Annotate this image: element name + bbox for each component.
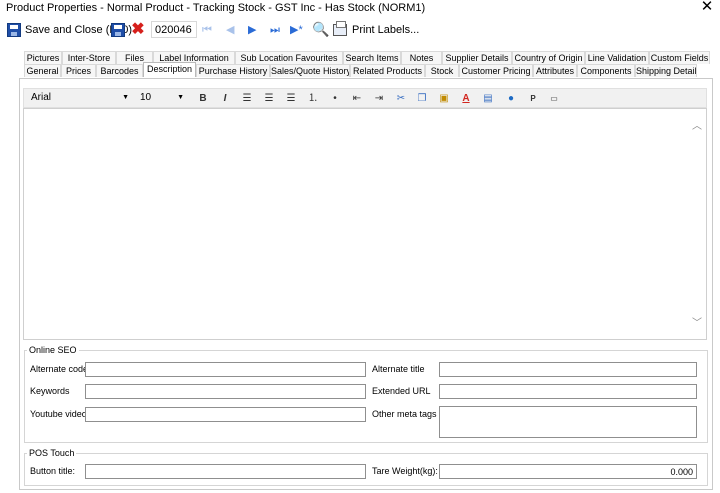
cut-icon[interactable]: ✂: [394, 91, 408, 106]
copy-icon[interactable]: ❐: [415, 91, 429, 106]
numbered-list-icon[interactable]: ⒈: [306, 91, 320, 106]
font-family-value: Arial: [31, 92, 52, 103]
online-seo-legend: Online SEO: [27, 345, 79, 355]
other-meta-tags-field[interactable]: [439, 406, 697, 438]
button-title-label: Button title:: [30, 466, 76, 476]
keywords-label: Keywords: [30, 386, 70, 396]
tab-search-items[interactable]: Search Items: [343, 51, 401, 64]
image-icon[interactable]: ▤: [481, 91, 495, 106]
print-labels-button[interactable]: Print Labels...: [333, 21, 419, 39]
align-right-icon[interactable]: ☰: [284, 91, 298, 106]
chevron-down-icon: ▼: [122, 94, 129, 101]
scroll-up-icon[interactable]: ︿: [692, 117, 702, 132]
italic-button[interactable]: I: [218, 91, 232, 106]
window-title: Product Properties - Normal Product - Tr…: [6, 2, 426, 14]
keywords-field[interactable]: [85, 384, 366, 399]
tab-components[interactable]: Components: [577, 64, 635, 77]
delete-icon: ✖: [131, 21, 145, 38]
tab-sales-quote-history[interactable]: Sales/Quote History: [270, 64, 350, 77]
alternate-title-field[interactable]: [439, 362, 697, 377]
tab-purchase-history[interactable]: Purchase History: [196, 64, 270, 77]
first-record-icon[interactable]: ⏮: [202, 23, 212, 37]
indent-icon[interactable]: ⇥: [372, 91, 386, 106]
alternate-title-label: Alternate title: [372, 364, 425, 374]
tab-custom-fields[interactable]: Custom Fields: [649, 51, 710, 64]
tab-pictures[interactable]: Pictures: [24, 51, 62, 64]
extended-url-label: Extended URL: [372, 386, 431, 396]
tab-stock[interactable]: Stock: [425, 64, 459, 77]
save-icon: [111, 23, 125, 37]
tab-sub-location-favourites[interactable]: Sub Location Favourites: [235, 51, 343, 64]
tare-weight-field[interactable]: [439, 464, 697, 479]
tab-country-of-origin[interactable]: Country of Origin: [512, 51, 585, 64]
youtube-video-label: Youtube video: [30, 409, 87, 419]
title-bar: Product Properties - Normal Product - Tr…: [0, 0, 720, 16]
last-record-icon[interactable]: ⏭: [270, 23, 280, 37]
tab-row-1: Pictures Inter-Store Files Label Informa…: [24, 51, 710, 64]
tab-description[interactable]: Description: [143, 62, 196, 77]
previous-record-icon[interactable]: ◀: [226, 23, 234, 37]
tab-line-validation[interactable]: Line Validation: [585, 51, 649, 64]
tab-attributes[interactable]: Attributes: [533, 64, 577, 77]
tare-weight-label: Tare Weight(kg):: [372, 466, 438, 476]
align-left-icon[interactable]: ☰: [240, 91, 254, 106]
tab-customer-pricing[interactable]: Customer Pricing: [459, 64, 533, 77]
align-center-icon[interactable]: ☰: [262, 91, 276, 106]
button-title-field[interactable]: [85, 464, 366, 479]
font-size-value: 10: [140, 92, 152, 103]
source-icon[interactable]: ▭: [547, 91, 561, 106]
youtube-video-field[interactable]: [85, 407, 366, 422]
print-labels-label: Print Labels...: [352, 24, 420, 36]
other-meta-tags-label: Other meta tags: [372, 409, 437, 419]
font-family-dropdown[interactable]: Arial ▼: [27, 91, 133, 106]
save-icon: [7, 23, 21, 37]
pos-touch-legend: POS Touch: [27, 448, 77, 458]
tab-prices[interactable]: Prices: [61, 64, 96, 77]
tab-barcodes[interactable]: Barcodes: [96, 64, 143, 77]
chevron-down-icon: ▼: [177, 94, 184, 101]
tab-general[interactable]: General: [24, 64, 61, 77]
editor-toolbar: Arial ▼ 10 ▼ B I ☰ ☰ ☰ ⒈ • ⇤ ⇥ ✂ ❐ ▣ A ▤…: [23, 88, 707, 108]
next-record-icon[interactable]: ▶: [248, 23, 256, 37]
printer-icon: [333, 21, 347, 36]
bullet-list-icon[interactable]: •: [328, 91, 342, 106]
font-size-dropdown[interactable]: 10 ▼: [136, 91, 188, 106]
font-color-icon[interactable]: A: [459, 91, 473, 106]
find-icon[interactable]: 🔍: [312, 22, 329, 36]
delete-button[interactable]: ✖: [131, 21, 145, 39]
tab-inter-store[interactable]: Inter-Store: [62, 51, 116, 64]
description-editor[interactable]: ︿ ﹀: [23, 108, 707, 340]
tab-supplier-details[interactable]: Supplier Details: [442, 51, 512, 64]
tab-related-products[interactable]: Related Products: [350, 64, 425, 77]
close-icon[interactable]: ✕: [700, 0, 714, 15]
tab-shipping-details[interactable]: Shipping Details: [635, 64, 697, 77]
paste-icon[interactable]: ▣: [437, 91, 451, 106]
product-code-field[interactable]: [151, 21, 197, 38]
bold-button[interactable]: B: [196, 91, 210, 106]
link-icon[interactable]: ●: [504, 91, 518, 106]
extended-url-field[interactable]: [439, 384, 697, 399]
tab-row-2: General Prices Barcodes Description Purc…: [24, 62, 710, 77]
scroll-down-icon[interactable]: ﹀: [692, 314, 702, 329]
paragraph-button[interactable]: P: [526, 91, 540, 106]
alternate-code-field[interactable]: [85, 362, 366, 377]
new-record-icon[interactable]: ▶*: [290, 23, 303, 37]
save-button[interactable]: [111, 21, 125, 39]
outdent-icon[interactable]: ⇤: [350, 91, 364, 106]
alternate-code-label: Alternate code: [30, 364, 89, 374]
tab-notes[interactable]: Notes: [401, 51, 442, 64]
